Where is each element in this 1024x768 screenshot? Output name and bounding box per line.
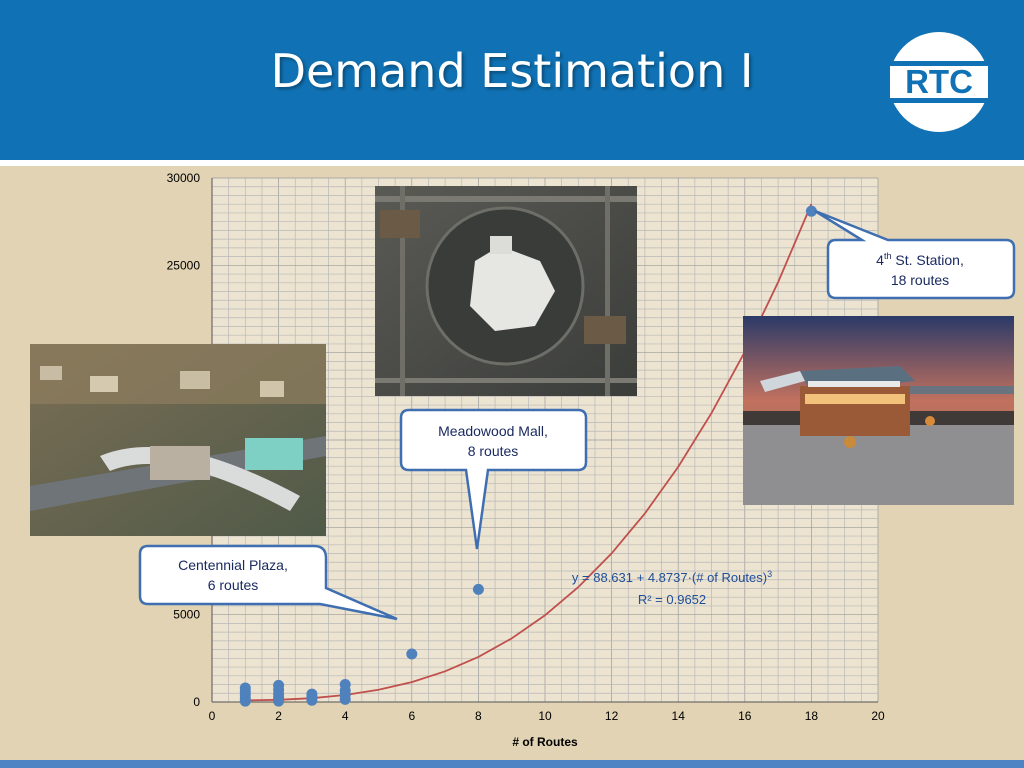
x-tick-label: 20 (871, 709, 885, 723)
x-tick-label: 18 (805, 709, 819, 723)
centennial-callout-name: Centennial Plaza, (178, 557, 288, 573)
r-squared-label: R² = 0.9652 (638, 592, 706, 607)
rtc-logo-icon: RTC (884, 32, 994, 132)
x-tick-labels: 0 2 4 6 8 10 12 14 16 18 20 (209, 709, 885, 723)
x-tick-label: 16 (738, 709, 752, 723)
x-tick-label: 8 (475, 709, 482, 723)
x-axis-label: # of Routes (512, 735, 578, 749)
centennial-callout-routes: 6 routes (208, 577, 259, 593)
x-tick-label: 6 (408, 709, 415, 723)
4th-st-station-photo (743, 316, 1014, 505)
y-tick-label: 25000 (167, 258, 201, 272)
y-tick-label: 5000 (173, 608, 200, 622)
data-point (339, 679, 351, 691)
trendline-equation: y = 88.631 + 4.8737·(# of Routes)3 (572, 569, 772, 585)
svg-text:RTC: RTC (905, 63, 973, 100)
data-point (239, 682, 251, 694)
data-point (406, 648, 418, 660)
x-tick-label: 0 (209, 709, 216, 723)
x-tick-label: 14 (672, 709, 686, 723)
centennial-plaza-photo (30, 344, 326, 536)
meadowood-mall-photo (375, 186, 637, 396)
y-tick-label: 30000 (167, 171, 201, 185)
x-tick-label: 2 (275, 709, 282, 723)
x-tick-label: 12 (605, 709, 619, 723)
data-point (273, 679, 285, 691)
4th-st-station-callout: 4th St. Station, 18 routes (814, 209, 1016, 300)
scatter-chart: 0 2 4 6 8 10 12 14 16 18 20 0 5000 25000 30000 # of R… (30, 171, 1016, 749)
x-tick-label: 4 (342, 709, 349, 723)
data-point (472, 583, 484, 595)
4th-st-callout-routes: 18 routes (891, 272, 949, 288)
meadowood-callout-routes: 8 routes (468, 443, 519, 459)
slide-title: Demand Estimation I (270, 44, 754, 98)
footer-bar (0, 760, 1024, 768)
data-point (306, 688, 318, 700)
meadowood-callout-name: Meadowood Mall, (438, 423, 548, 439)
x-tick-label: 10 (538, 709, 552, 723)
y-tick-label: 0 (193, 695, 200, 709)
